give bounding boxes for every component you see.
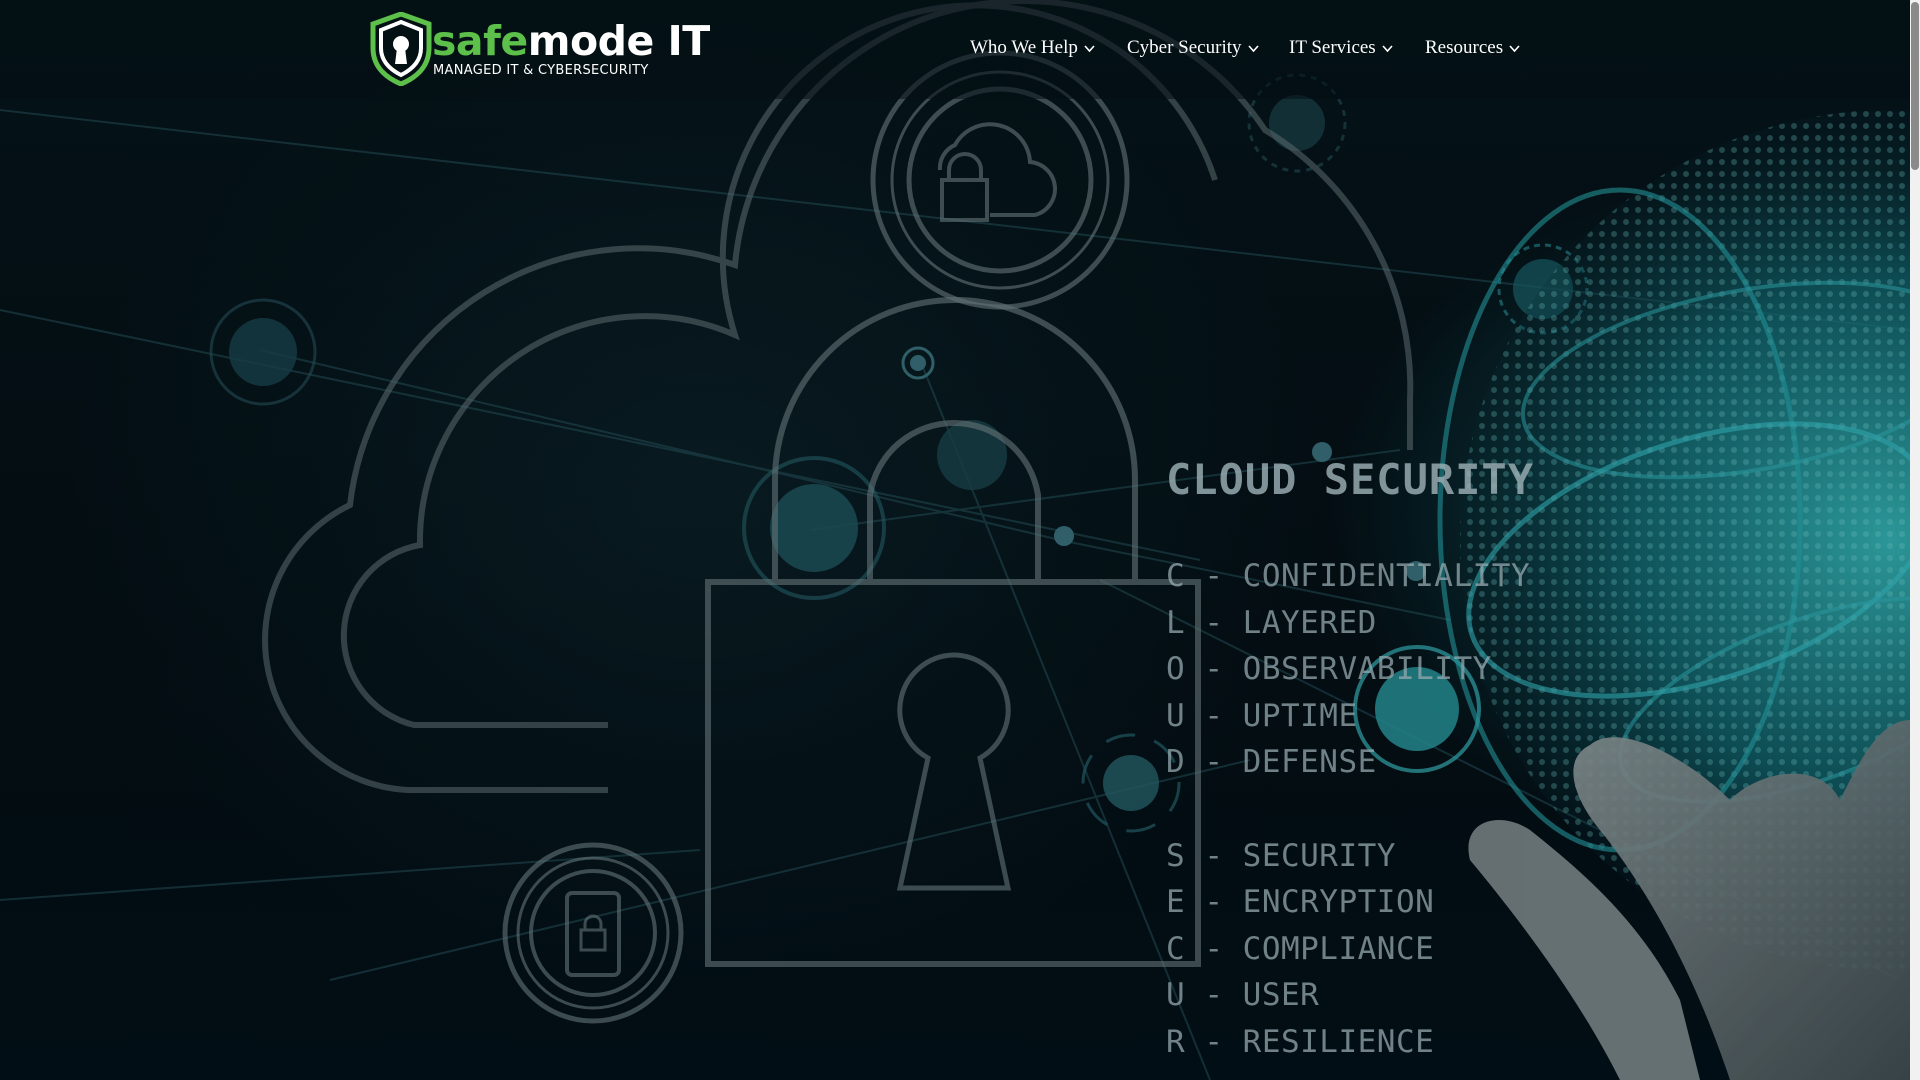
site-header: safemode IT MANAGED IT & CYBERSECURITY W…	[0, 0, 1910, 99]
nav-label: Cyber Security	[1127, 37, 1242, 58]
nav-who-we-help[interactable]: Who We Help	[970, 36, 1095, 60]
nav-it-services[interactable]: IT Services	[1289, 36, 1393, 60]
acronym-row: D - DEFENSE	[1166, 744, 1377, 780]
nav-label: Who We Help	[970, 37, 1078, 58]
brand-tagline: MANAGED IT & CYBERSECURITY	[433, 63, 649, 78]
scrollbar-thumb[interactable]	[1911, 2, 1919, 170]
chevron-down-icon	[1084, 45, 1095, 53]
chevron-down-icon	[1509, 45, 1520, 53]
acronym-row: U - UPTIME	[1166, 697, 1358, 734]
acronym-row: S - SECURITY	[1166, 837, 1396, 874]
nav-resources[interactable]: Resources	[1425, 36, 1520, 60]
chevron-down-icon	[1247, 45, 1259, 53]
cloud-security-illustration	[0, 0, 1910, 1080]
acronym-gap	[1166, 786, 1534, 833]
acronym-row: R - RESILIENCE	[1166, 1023, 1435, 1060]
nav-label: Resources	[1425, 37, 1504, 58]
acronym-row: E - ENCRYPTION	[1166, 884, 1435, 920]
nav-label: IT Services	[1289, 37, 1376, 58]
brand-name-part2: mode IT	[527, 17, 711, 65]
nav-cyber-security[interactable]: Cyber Security	[1127, 36, 1259, 60]
page-scrollbar[interactable]	[1910, 0, 1920, 1080]
acronym-title: CLOUD SECURITY	[1166, 455, 1535, 504]
acronym-row: U - USER	[1166, 977, 1320, 1013]
acronym-row: O - OBSERVABILITY	[1166, 651, 1492, 687]
brand-name-part1: safe	[432, 17, 528, 65]
acronym-row: L - LAYERED	[1166, 604, 1377, 641]
acronym-row: C - COMPLIANCE	[1166, 930, 1435, 967]
brand-name[interactable]: safemode IT	[432, 18, 710, 64]
cloud-security-acronym: CLOUD SECURITY C - CONFIDENTIALITY L - L…	[1166, 455, 1534, 1065]
chevron-down-icon	[1382, 45, 1393, 53]
hero-banner: CLOUD SECURITY C - CONFIDENTIALITY L - L…	[0, 0, 1910, 1080]
acronym-row: C - CONFIDENTIALITY	[1166, 558, 1531, 594]
